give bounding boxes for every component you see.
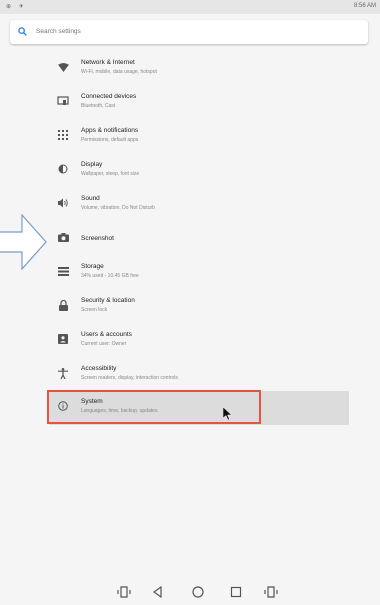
item-title: Apps & notifications bbox=[81, 127, 139, 134]
item-title: Display bbox=[81, 161, 103, 168]
status-time: 8:56 AM bbox=[353, 3, 376, 9]
item-subtitle: Screen lock bbox=[81, 307, 108, 313]
status-icons: ⊕ ✈ bbox=[6, 4, 27, 10]
connected-devices-icon bbox=[57, 95, 69, 107]
item-subtitle: Current user: Owner bbox=[81, 341, 127, 347]
settings-item-security[interactable]: Security & location Screen lock bbox=[49, 290, 349, 324]
home-icon[interactable] bbox=[191, 585, 205, 599]
search-bar[interactable]: Search settings bbox=[10, 20, 368, 44]
search-placeholder: Search settings bbox=[36, 28, 81, 35]
item-title: Users & accounts bbox=[81, 331, 132, 338]
status-bar: ⊕ ✈ 8:56 AM bbox=[0, 0, 380, 14]
item-subtitle: Permissions, default apps bbox=[81, 137, 139, 143]
screenshot-right-icon[interactable] bbox=[264, 585, 278, 599]
item-title: Connected devices bbox=[81, 93, 137, 100]
item-title: Security & location bbox=[81, 297, 135, 304]
item-subtitle: Volume, vibration, Do Not Disturb bbox=[81, 205, 155, 211]
item-title: Accessibility bbox=[81, 365, 117, 372]
storage-icon bbox=[57, 265, 69, 277]
settings-item-storage[interactable]: Storage 34% used - 10.45 GB free bbox=[49, 256, 349, 290]
lock-icon bbox=[57, 299, 69, 311]
settings-item-apps[interactable]: Apps & notifications Permissions, defaul… bbox=[49, 120, 349, 154]
item-title: Storage bbox=[81, 263, 104, 270]
account-icon bbox=[57, 333, 69, 345]
settings-item-screenshot[interactable]: Screenshot bbox=[49, 222, 349, 256]
settings-item-sound[interactable]: Sound Volume, vibration, Do Not Disturb bbox=[49, 188, 349, 222]
settings-item-users[interactable]: Users & accounts Current user: Owner bbox=[49, 324, 349, 358]
back-icon[interactable] bbox=[151, 585, 165, 599]
accessibility-icon bbox=[57, 367, 69, 379]
item-title: Network & Internet bbox=[81, 59, 135, 66]
apps-grid-icon bbox=[57, 129, 69, 141]
navigation-bar bbox=[0, 580, 380, 605]
item-subtitle: Bluetooth, Cast bbox=[81, 103, 116, 109]
item-title: Screenshot bbox=[81, 235, 114, 242]
recents-icon[interactable] bbox=[229, 585, 243, 599]
mouse-cursor-icon bbox=[223, 407, 233, 421]
screenshot-left-icon[interactable] bbox=[117, 585, 131, 599]
item-subtitle: Screen readers, display, interaction con… bbox=[81, 375, 178, 381]
item-subtitle: Wi-Fi, mobile, data usage, hotspot bbox=[81, 69, 157, 75]
settings-item-accessibility[interactable]: Accessibility Screen readers, display, i… bbox=[49, 358, 349, 392]
settings-item-display[interactable]: Display Wallpaper, sleep, font size bbox=[49, 154, 349, 188]
pointer-arrow bbox=[0, 214, 47, 270]
wifi-icon bbox=[57, 61, 69, 73]
brightness-icon bbox=[57, 163, 69, 175]
volume-icon bbox=[57, 197, 69, 209]
settings-item-connected-devices[interactable]: Connected devices Bluetooth, Cast bbox=[49, 86, 349, 120]
item-subtitle: 34% used - 10.45 GB free bbox=[81, 273, 139, 279]
camera-icon bbox=[57, 231, 69, 243]
settings-item-network[interactable]: Network & Internet Wi-Fi, mobile, data u… bbox=[49, 52, 349, 86]
search-icon bbox=[18, 27, 27, 36]
item-title: Sound bbox=[81, 195, 100, 202]
item-subtitle: Wallpaper, sleep, font size bbox=[81, 171, 140, 177]
